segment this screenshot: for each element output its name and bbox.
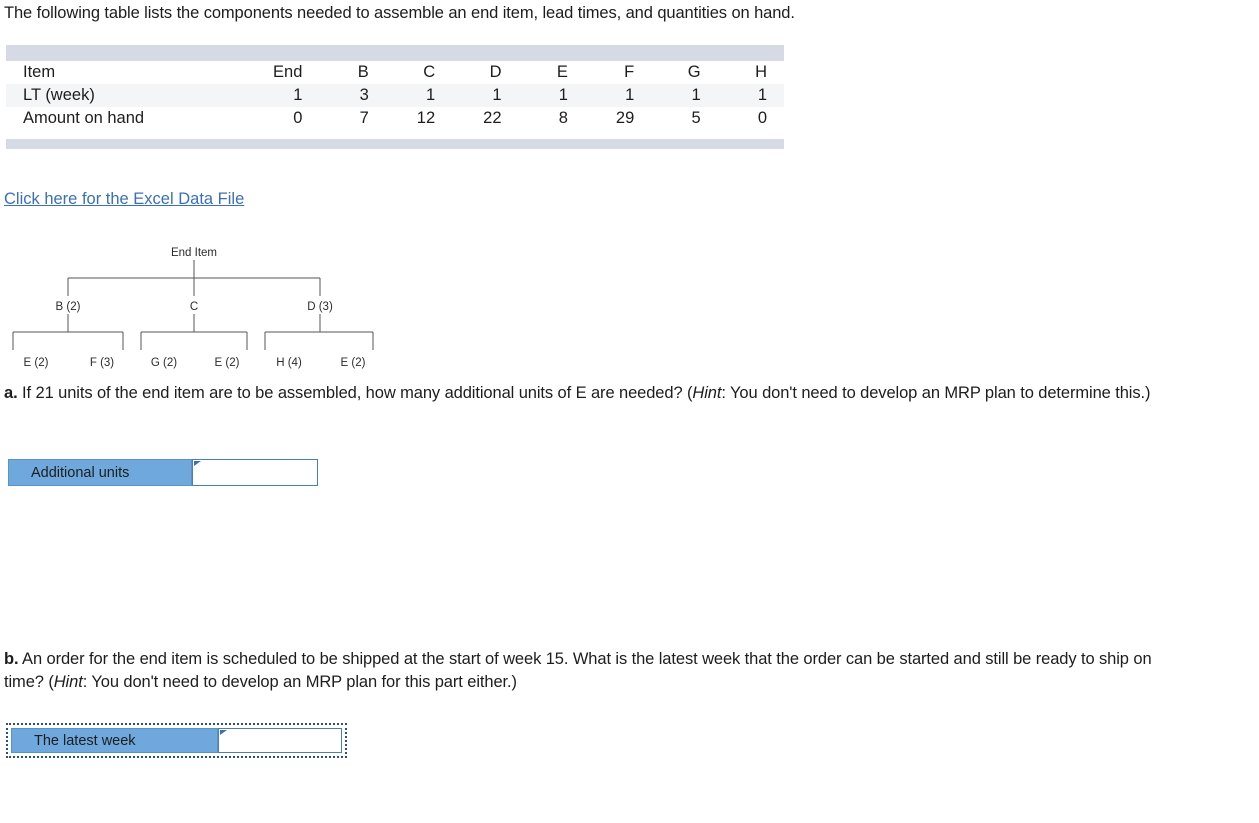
cell-lt-f: 1 [584,84,652,107]
input-arrow-marker-icon [220,730,227,740]
table-row-item: Item End B C D E F G H [6,61,784,84]
cell-oh-c: 12 [416,109,436,127]
cell-oh-f: 29 [615,109,635,127]
bom-leaf-g: G (2) [151,357,177,369]
table-row-on-hand: Amount on hand 0 7 12 22 8 29 5 0 [6,107,784,130]
answer-a-input[interactable] [193,460,317,485]
cell-item-f: F [624,63,635,81]
intro-paragraph: The following table lists the components… [4,4,795,22]
answer-a-label: Additional units [8,459,192,486]
row-label-lead-time: LT (week) [6,84,253,107]
question-a-text-1: If 21 units of the end item are to be as… [17,384,693,402]
answer-widget-latest-week[interactable]: The latest week [11,728,342,753]
components-table: Item End B C D E F G H LT (week) 1 3 1 1… [6,45,784,149]
question-a-hint-word: Hint [692,384,722,402]
bom-leaf-h: H (4) [276,357,302,369]
cell-item-h: H [755,63,767,81]
cell-lt-b: 3 [319,84,386,107]
question-a: a. If 21 units of the end item are to be… [4,382,1204,405]
bom-node-b: B (2) [56,301,81,313]
question-b-text-2: : You don't need to develop an MRP plan … [82,672,517,691]
cell-oh-g: 5 [691,109,701,127]
answer-b-input-cell[interactable] [218,728,342,753]
cell-lt-d: 1 [452,84,519,107]
bom-tree-diagram: End Item B (2) C D (3) E (2) F (3) G (2)… [0,238,400,378]
cell-lt-c: 1 [385,84,453,107]
bom-leaf-e1: E (2) [24,357,49,369]
bom-node-d: D (3) [307,301,333,313]
cell-lt-h: 1 [717,84,784,107]
cell-oh-b: 7 [359,109,369,127]
cell-oh-e: 8 [558,109,568,127]
cell-oh-end: 0 [293,109,303,127]
answer-b-input[interactable] [219,729,341,752]
bom-leaf-e2: E (2) [215,357,240,369]
bom-leaf-e3: E (2) [341,357,366,369]
bom-node-root: End Item [171,247,217,259]
answer-b-label: The latest week [11,728,218,753]
cell-item-e: E [556,63,568,81]
question-b-marker: b. [4,650,19,668]
question-b: b. An order for the end item is schedule… [4,648,1184,693]
table-gap [6,130,784,139]
row-label-item: Item [23,63,56,81]
table-bottom-band [6,139,784,149]
cell-lt-e: 1 [518,84,585,107]
row-label-on-hand: Amount on hand [23,109,145,127]
cell-item-end: End [273,63,303,81]
table-body: Item End B C D E F G H LT (week) 1 3 1 1… [6,61,784,130]
table-top-band [6,45,784,61]
cell-oh-d: 22 [483,109,502,127]
cell-oh-h: 0 [757,109,767,127]
question-b-hint-word: Hint [53,672,83,691]
cell-item-b: B [357,63,369,81]
answer-widget-latest-week-selection[interactable]: The latest week [6,723,347,758]
cell-lt-end: 1 [253,84,320,107]
cell-item-g: G [687,63,701,81]
answer-widget-additional-units[interactable]: Additional units [8,459,318,486]
table-row-lead-time: LT (week) 1 3 1 1 1 1 1 1 [6,84,784,107]
cell-item-c: C [423,63,436,81]
bom-leaf-f: F (3) [90,357,114,369]
cell-lt-g: 1 [651,84,718,107]
question-a-text-2: : You don't need to develop an MRP plan … [721,384,1151,402]
excel-data-file-link[interactable]: Click here for the Excel Data File [4,188,244,210]
bom-node-c: C [190,301,198,313]
input-arrow-marker-icon [194,461,201,471]
question-a-marker: a. [4,384,18,402]
cell-item-d: D [489,63,502,81]
answer-a-input-cell[interactable] [192,459,318,486]
